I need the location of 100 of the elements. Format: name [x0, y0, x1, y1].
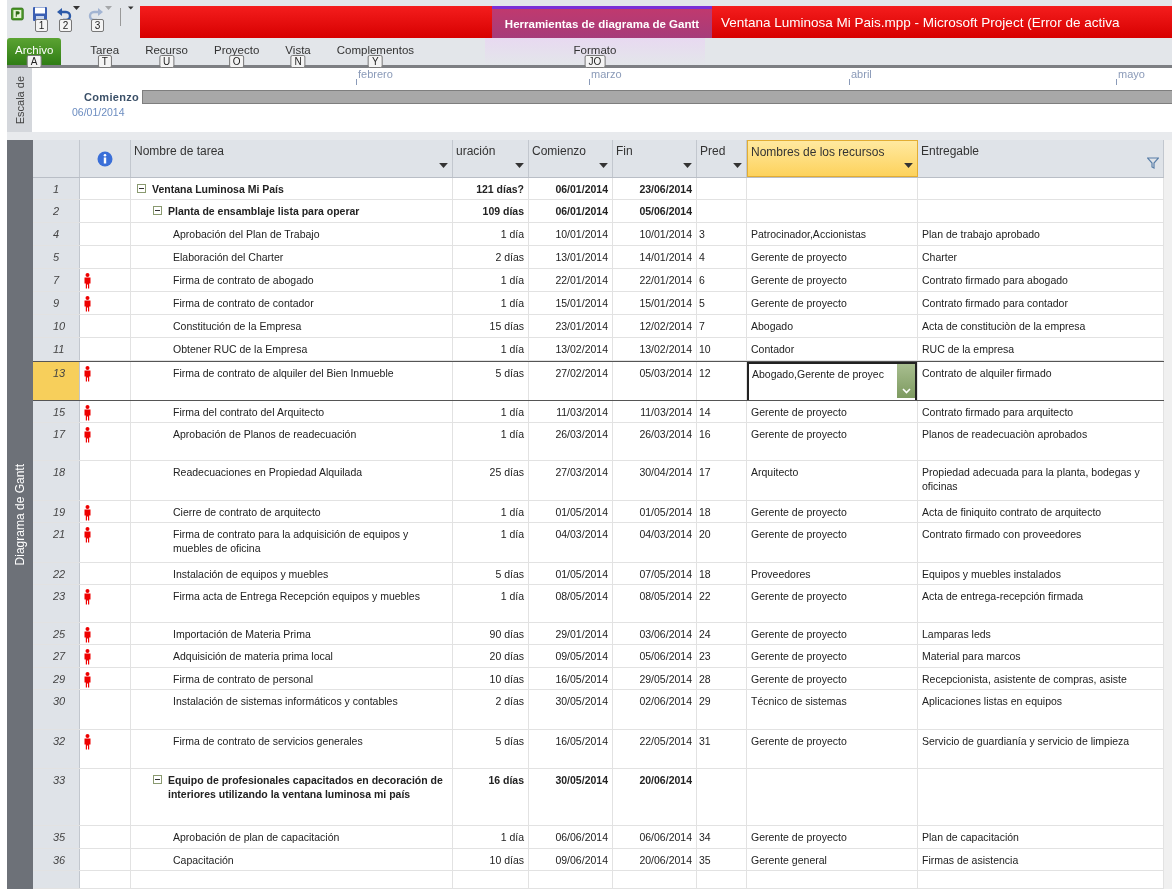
finish-date-cell: 04/03/2014: [613, 523, 697, 562]
duration-cell: 1 día: [453, 292, 529, 314]
window-title: Ventana Luminosa Mi Pais.mpp - Microsoft Project (Error de activa: [721, 14, 1120, 30]
row-number[interactable]: 32: [33, 730, 80, 768]
keytip-badge: 1: [34, 19, 49, 32]
ribbon-tab[interactable]: Complementos Y: [331, 38, 420, 65]
resource-dropdown-field[interactable]: Abogado,Gerente de proyec: [747, 362, 917, 400]
duration-cell: 2 días: [453, 690, 529, 729]
dropdown-caret-icon: [683, 163, 692, 168]
predecessor-cell: 4: [697, 246, 747, 268]
app-logo-icon[interactable]: [11, 6, 24, 22]
timescale-month-label: mayo: [1118, 68, 1145, 80]
resource-cell: Gerente de proyecto: [747, 501, 918, 522]
column-header[interactable]: Nombres de los recursos: [747, 140, 918, 177]
keytip-badge: 2: [58, 19, 73, 32]
row-number[interactable]: 23: [33, 585, 80, 622]
ribbon-tab[interactable]: Recurso U: [140, 38, 193, 65]
duration-cell: 25 días: [453, 461, 529, 500]
column-header[interactable]: Nombre de tarea: [131, 140, 453, 177]
finish-date-cell: 15/01/2014: [613, 292, 697, 314]
predecessor-cell: 31: [697, 730, 747, 768]
finish-date-cell: 02/06/2014: [613, 690, 697, 729]
keytip-badge: O: [228, 55, 245, 68]
ribbon-tab[interactable]: Proyecto O: [208, 38, 265, 65]
duration-cell: 5 días: [453, 362, 529, 400]
deliverable-cell: Acta de finiquito contrato de arquitecto: [918, 501, 1164, 522]
ribbon-tab[interactable]: Vista N: [280, 38, 316, 65]
predecessor-cell: 16: [697, 423, 747, 460]
task-name: Readecuaciones en Propiedad Alquilada: [173, 465, 363, 479]
predecessor-cell: 18: [697, 563, 747, 584]
duration-cell: 121 días?: [453, 178, 529, 199]
row-number[interactable]: 1: [33, 178, 80, 199]
caret-icon: [72, 6, 80, 10]
collapse-toggle[interactable]: [137, 184, 146, 193]
column-header-label: Nombre de tarea: [134, 143, 225, 160]
resource-cell: Abogado: [747, 315, 918, 337]
task-name: Firma acta de Entrega Recepción equipos y muebles: [173, 589, 420, 603]
keytip-badge: A: [26, 55, 42, 68]
info-icon: [97, 150, 113, 167]
row-number[interactable]: 35: [33, 826, 80, 848]
resource-cell: Técnico de sistemas: [747, 690, 918, 729]
predecessor-cell: 28: [697, 668, 747, 689]
row-number[interactable]: 19: [33, 501, 80, 522]
row-number[interactable]: 36: [33, 849, 80, 870]
resource-cell: Contador: [747, 338, 918, 360]
task-name: Ventana Luminosa Mi País: [152, 182, 284, 196]
save-icon[interactable]: [31, 6, 48, 22]
dropdown-caret-icon: [599, 163, 608, 168]
column-header[interactable]: Fin: [613, 140, 697, 177]
start-date: 06/01/2014: [72, 106, 125, 118]
duration-cell: 20 días: [453, 645, 529, 667]
ribbon-tab[interactable]: Tarea T: [85, 38, 125, 65]
start-date-cell: 01/05/2014: [529, 563, 613, 584]
row-number[interactable]: 2: [33, 200, 80, 222]
row-number[interactable]: 7: [33, 269, 80, 291]
start-date-cell: 27/03/2014: [529, 461, 613, 500]
row-number[interactable]: 4: [33, 223, 80, 245]
start-date-cell: 16/05/2014: [529, 668, 613, 689]
row-number[interactable]: 18: [33, 461, 80, 500]
view-bar-label: Diagrama de Gantt: [13, 463, 27, 566]
finish-date-cell: 20/06/2014: [613, 769, 697, 825]
deliverable-cell: Plan de capacitación: [918, 826, 1164, 848]
row-number[interactable]: 30: [33, 690, 80, 729]
row-number[interactable]: 5: [33, 246, 80, 268]
row-number[interactable]: 17: [33, 423, 80, 460]
row-number[interactable]: 15: [33, 401, 80, 422]
start-date-cell: 06/06/2014: [529, 826, 613, 848]
keytip-badge: 3: [90, 19, 105, 32]
row-number[interactable]: 29: [33, 668, 80, 689]
collapse-toggle[interactable]: [153, 775, 162, 784]
predecessor-cell: 35: [697, 849, 747, 870]
predecessor-cell: 5: [697, 292, 747, 314]
start-date-cell: 13/02/2014: [529, 338, 613, 360]
finish-date-cell: 08/05/2014: [613, 585, 697, 622]
column-header-label: Fin: [616, 143, 633, 160]
context-tab-title: Herramientas de diagrama de Gantt: [492, 6, 712, 38]
row-number[interactable]: 27: [33, 645, 80, 667]
column-header[interactable]: uración: [453, 140, 529, 177]
view-bar[interactable]: Diagrama de Gantt: [7, 140, 33, 889]
filter-icon[interactable]: [1147, 156, 1159, 169]
start-date-cell: 10/01/2014: [529, 223, 613, 245]
row-number[interactable]: 33: [33, 769, 80, 825]
row-number[interactable]: 10: [33, 315, 80, 337]
column-header-label: uración: [456, 143, 496, 160]
row-number[interactable]: 22: [33, 563, 80, 584]
resource-cell: Gerente de proyecto: [747, 730, 918, 768]
row-number[interactable]: 9: [33, 292, 80, 314]
duration-cell: 5 días: [453, 563, 529, 584]
row-number[interactable]: 21: [33, 523, 80, 562]
row-number[interactable]: 13: [33, 362, 80, 400]
column-header[interactable]: Entregable: [918, 140, 1164, 177]
resource-cell: Gerente de proyecto: [747, 523, 918, 562]
row-number[interactable]: 11: [33, 338, 80, 360]
column-header[interactable]: Comienzo: [529, 140, 613, 177]
row-number[interactable]: 25: [33, 623, 80, 644]
undo-icon[interactable]: [55, 6, 72, 22]
start-date-cell: 04/03/2014: [529, 523, 613, 562]
collapse-toggle[interactable]: [153, 206, 162, 215]
duration-cell: 10 días: [453, 668, 529, 689]
dropdown-caret-icon: [439, 163, 448, 168]
